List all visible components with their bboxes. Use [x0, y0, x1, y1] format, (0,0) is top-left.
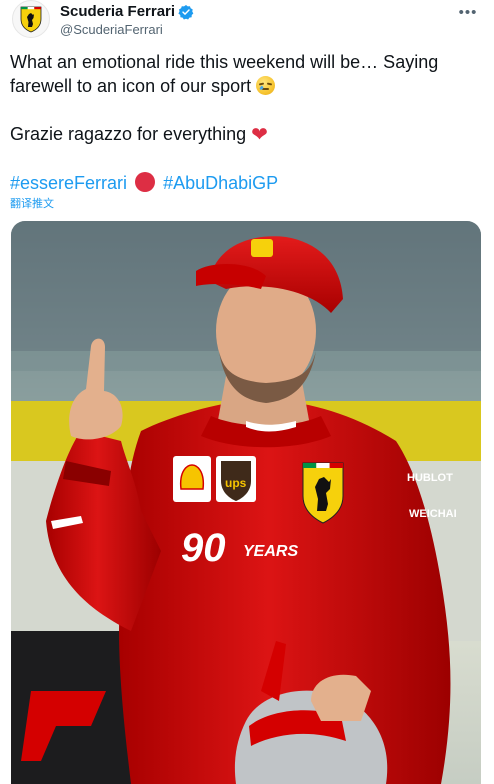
crying-face-emoji-icon	[256, 76, 276, 95]
hashtag-line: #essereFerrari #AbuDhabiGP	[10, 171, 480, 195]
tweet-line-1: What an emotional ride this weekend will…	[10, 52, 439, 72]
tweet-line-2: farewell to an icon of our sport	[10, 74, 480, 98]
hashtag-essereferrari[interactable]: #essereFerrari	[10, 173, 127, 193]
suit-number-text: 90	[181, 526, 226, 570]
author-block: Scuderia Ferrari @ScuderiaFerrari	[60, 2, 194, 38]
handle[interactable]: @ScuderiaFerrari	[60, 21, 194, 38]
tweet-line-3: Grazie ragazzo for everything ❤	[10, 122, 480, 147]
red-heart-emoji-icon: ❤	[251, 124, 268, 146]
ups-logo-text: ups	[225, 476, 247, 490]
tweet-header: Scuderia Ferrari @ScuderiaFerrari •••	[12, 0, 482, 44]
more-options-button[interactable]: •••	[456, 2, 480, 22]
hashtag-abudhabigp[interactable]: #AbuDhabiGP	[163, 173, 278, 193]
tweet-media-photo[interactable]: ups 90 YEARS HUBLOT WEICHAI	[11, 221, 481, 784]
ferrari-shield-icon	[20, 6, 42, 33]
translate-tweet-link[interactable]: 翻译推文	[10, 195, 54, 211]
driver-photo-illustration: ups 90 YEARS HUBLOT WEICHAI	[11, 221, 481, 784]
suit-years-text: YEARS	[243, 543, 298, 560]
display-name[interactable]: Scuderia Ferrari	[60, 2, 194, 21]
avatar[interactable]	[12, 0, 50, 38]
weichai-logo-text: WEICHAI	[409, 508, 457, 520]
display-name-text: Scuderia Ferrari	[60, 3, 176, 20]
tweet-line-2-text: farewell to an icon of our sport	[10, 76, 252, 96]
tweet-text: What an emotional ride this weekend will…	[10, 50, 480, 195]
verified-badge-icon	[178, 4, 194, 19]
tweet-line-3-text: Grazie ragazzo for everything	[10, 124, 247, 144]
hublot-logo-text: HUBLOT	[407, 472, 453, 484]
red-circle-emoji-icon	[135, 172, 156, 192]
more-options-icon: •••	[458, 3, 478, 21]
